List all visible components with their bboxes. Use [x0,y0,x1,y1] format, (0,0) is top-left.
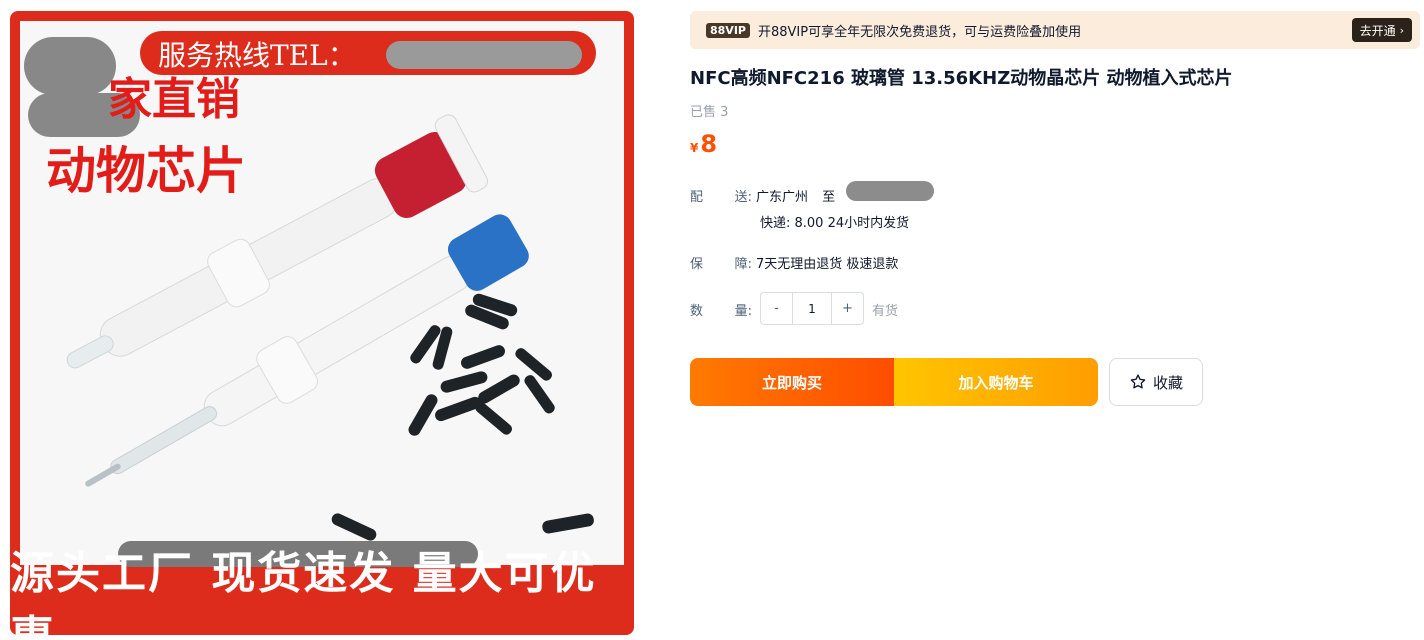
guarantee-label: 保 障: [690,253,756,272]
shipping-label-b: 送: [734,190,752,205]
quantity-label: 数 量: [690,300,756,319]
price-value: 8 [700,130,718,158]
star-outline-icon [1130,374,1146,389]
currency-symbol: ¥ [690,141,699,155]
vip-badge: 88VIP [706,22,750,38]
vip-activate-button[interactable]: 去开通 › [1351,18,1412,42]
product-main-image[interactable]: 家直销 动物芯片 服务热线TEL： 源头工厂 现货速发 量大可优惠 [10,11,634,635]
favorite-label: 收藏 [1152,373,1183,392]
add-to-cart-button[interactable]: 加入购物车 [894,358,1098,406]
vip-promo-bar: 88VIP 开88VIP可享全年无限次免费退货，可与运费险叠加使用 去开通 › [690,11,1420,49]
quantity-input[interactable]: 1 [792,293,832,324]
favorite-button[interactable]: 收藏 [1109,358,1203,406]
vip-promo-text: 开88VIP可享全年无限次免费退货，可与运费险叠加使用 [757,24,1082,40]
vip-activate-label: 去开通 [1359,23,1396,38]
product-photo: 家直销 动物芯片 服务热线TEL： [20,21,624,565]
shipping-row: 配 送: 广东广州 至 [690,186,835,205]
redacted-destination[interactable] [846,181,934,201]
guarantee-value: 7天无理由退货 极速退款 [756,257,899,272]
shipping-label: 配 送: [690,186,756,205]
quantity-stepper: - 1 + [760,292,864,325]
quantity-increase-button[interactable]: + [832,293,863,324]
sold-count: 已售 3 [690,105,729,120]
shipping-origin-row: 广东广州 至 [756,186,835,205]
guarantee-label-a: 保 [690,257,704,272]
redacted-logo [24,37,116,95]
redacted-phone-number [386,41,582,69]
quantity-row: 数 量: [690,300,756,319]
product-price: ¥8 [690,130,717,158]
shipping-origin[interactable]: 广东广州 [756,190,808,205]
image-bottom-caption: 源头工厂 现货速发 量大可优惠 [10,548,597,635]
product-title: NFC高频NFC216 玻璃管 13.56KHZ动物晶芯片 动物植入式芯片 [690,68,1233,89]
hotline-label: 服务热线TEL： [158,39,356,72]
quantity-decrease-button[interactable]: - [761,293,792,324]
guarantee-label-b: 障: [734,257,752,272]
guarantee-row: 保 障: 7天无理由退货 极速退款 [690,253,898,272]
shipping-detail: 快递: 8.00 24小时内发货 [760,216,910,231]
shipping-to: 至 [822,190,836,205]
quantity-label-b: 量: [734,304,752,319]
image-overlay-line2: 动物芯片 [46,142,246,200]
stock-status: 有货 [872,304,899,319]
quantity-label-a: 数 [690,304,704,319]
hotline-banner: 服务热线TEL： [140,31,596,75]
buy-now-button[interactable]: 立即购买 [690,358,894,406]
chevron-right-icon: › [1399,23,1404,37]
shipping-label-a: 配 [690,190,704,205]
